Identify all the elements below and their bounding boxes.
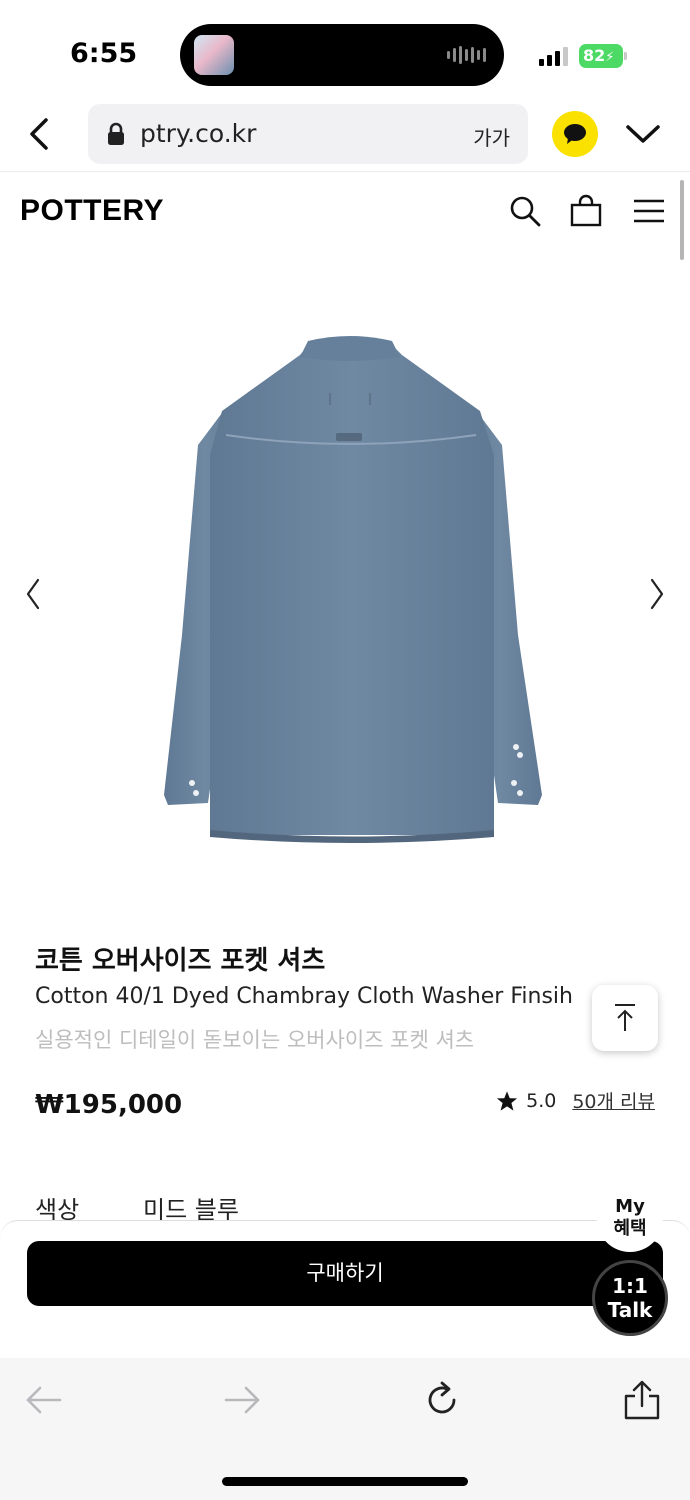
search-icon[interactable]: [508, 194, 542, 228]
status-bar: 6:55 82⚡: [0, 0, 690, 100]
product-rating: 5.0 50개 리뷰: [496, 1087, 655, 1114]
battery-level: 82: [583, 46, 606, 65]
buy-button[interactable]: 구매하기: [27, 1241, 663, 1306]
now-playing-artwork: [194, 35, 234, 75]
audio-wave-icon: [447, 45, 486, 65]
browser-url-bar: ptry.co.kr 가가: [0, 100, 690, 172]
product-description: 실용적인 디테일이 돋보이는 오버사이즈 포켓 셔츠: [35, 1028, 475, 1052]
site-header: POTTERY: [0, 172, 690, 250]
menu-icon[interactable]: [632, 194, 666, 228]
product-image[interactable]: [150, 335, 550, 855]
product-subtitle: Cotton 40/1 Dyed Chambray Cloth Washer F…: [35, 984, 573, 1009]
text-size-button[interactable]: 가가: [473, 122, 510, 151]
gallery-prev-icon[interactable]: [22, 576, 46, 612]
cellular-signal-icon: [539, 46, 568, 66]
shopping-bag-icon[interactable]: [569, 194, 603, 228]
site-logo[interactable]: POTTERY: [20, 194, 164, 228]
star-icon: [497, 1090, 518, 1111]
gallery-next-icon[interactable]: [644, 576, 668, 612]
battery-icon: 82⚡: [579, 44, 623, 68]
one-to-one-talk-button[interactable]: 1:1 Talk: [592, 1260, 668, 1336]
reload-icon[interactable]: [422, 1380, 462, 1420]
product-name: 코튼 오버사이즈 포켓 셔츠: [35, 946, 326, 976]
lock-icon: [108, 122, 124, 145]
kakao-talk-button[interactable]: [552, 111, 598, 157]
back-arrow-icon[interactable]: [24, 1380, 64, 1420]
scroll-to-top-button[interactable]: [592, 985, 658, 1051]
battery-tip: [624, 52, 627, 60]
my-benefit-button[interactable]: My 혜택: [597, 1186, 663, 1252]
speech-bubble-icon: [564, 124, 586, 144]
chevron-down-icon[interactable]: [624, 122, 662, 146]
product-price: ₩195,000: [35, 1090, 183, 1120]
review-count-link[interactable]: 50개 리뷰: [572, 1087, 655, 1114]
my-benefit-line2: 혜택: [613, 1218, 647, 1239]
home-indicator[interactable]: [222, 1477, 468, 1486]
address-field[interactable]: ptry.co.kr 가가: [88, 104, 528, 164]
arrow-up-icon: [615, 1004, 635, 1031]
purchase-bar: 구매하기: [0, 1220, 690, 1358]
forward-arrow-icon[interactable]: [222, 1380, 262, 1420]
page-scrollbar[interactable]: [680, 180, 684, 260]
url-text: ptry.co.kr: [140, 119, 257, 148]
status-time: 6:55: [70, 38, 138, 69]
dynamic-island[interactable]: [180, 24, 504, 86]
talk-line1: 1:1: [612, 1274, 648, 1298]
my-benefit-line1: My: [615, 1196, 645, 1217]
product-gallery[interactable]: [0, 250, 690, 940]
share-icon[interactable]: [622, 1380, 662, 1420]
talk-line2: Talk: [607, 1298, 653, 1322]
browser-back-icon[interactable]: [22, 114, 58, 154]
rating-score: 5.0: [526, 1089, 557, 1112]
